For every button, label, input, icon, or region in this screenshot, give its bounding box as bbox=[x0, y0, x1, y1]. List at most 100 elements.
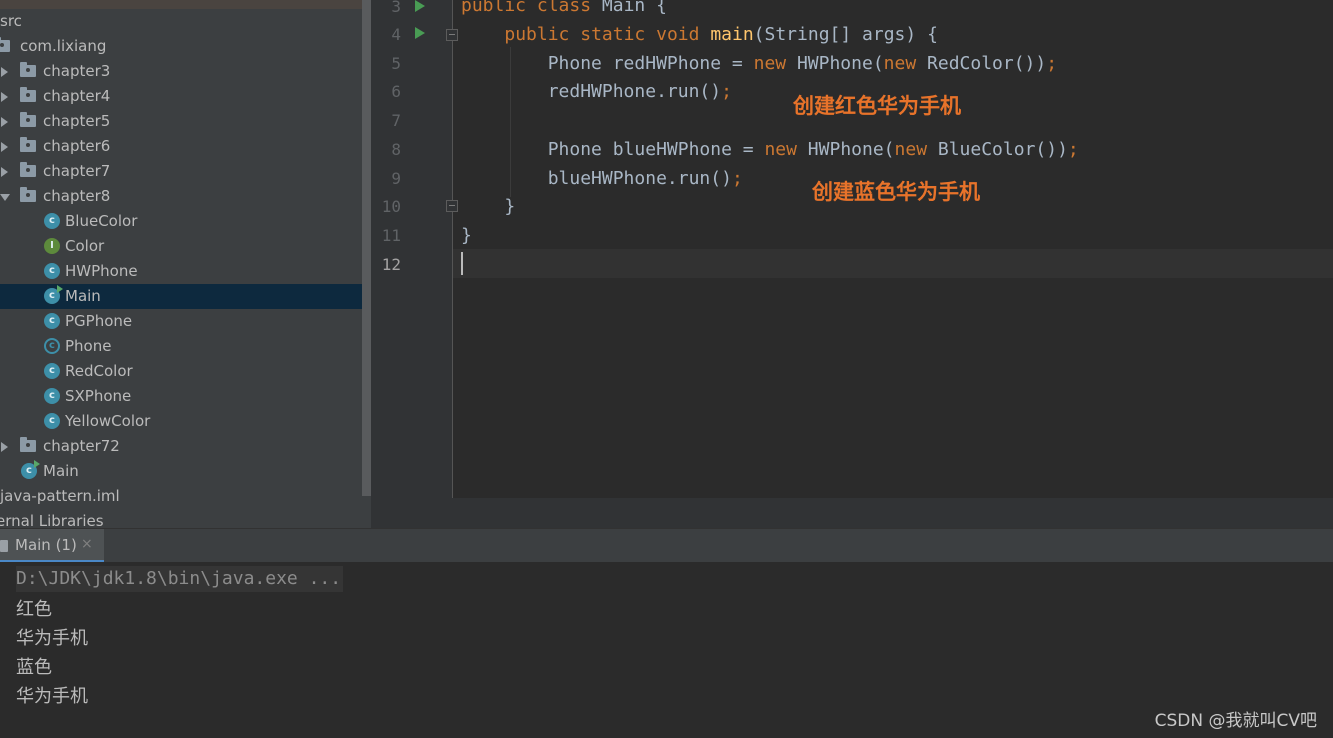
tree-item-label: Phone bbox=[65, 337, 112, 355]
semicolon: ; bbox=[721, 81, 732, 102]
editor-bottom-area bbox=[371, 498, 1333, 528]
line-number: 9 bbox=[391, 169, 401, 188]
expand-arrow-icon[interactable] bbox=[1, 92, 8, 102]
tree-top-row-partial bbox=[0, 0, 362, 9]
tree-item-redcolor[interactable]: c RedColor bbox=[0, 359, 362, 384]
expand-arrow-icon[interactable] bbox=[1, 142, 8, 152]
tree-item-label: YellowColor bbox=[65, 412, 151, 430]
class-icon: c bbox=[44, 213, 60, 229]
tree-item-src[interactable]: src bbox=[0, 9, 362, 34]
keyword: new bbox=[894, 139, 928, 160]
text-caret bbox=[461, 252, 463, 275]
code-line-5: Phone redHWPhone = new HWPhone(new RedCo… bbox=[461, 49, 1057, 78]
semicolon: ; bbox=[731, 168, 743, 189]
keyword: class bbox=[536, 0, 592, 16]
expand-arrow-icon[interactable] bbox=[1, 167, 8, 177]
tree-item-chapter7[interactable]: chapter7 bbox=[0, 159, 362, 184]
tree-item-iml[interactable]: java-pattern.iml bbox=[0, 484, 362, 509]
tree-item-label: BlueColor bbox=[65, 212, 138, 230]
keyword: void bbox=[656, 24, 700, 45]
keyword: public bbox=[504, 24, 570, 45]
class-icon: c bbox=[44, 313, 60, 329]
tree-item-label: Color bbox=[65, 237, 105, 255]
line-number-current: 12 bbox=[381, 255, 401, 274]
tree-item-phone[interactable]: c Phone bbox=[0, 334, 362, 359]
expand-arrow-icon[interactable] bbox=[1, 442, 8, 452]
tree-item-external-libraries[interactable]: ernal Libraries bbox=[0, 509, 362, 528]
console-output-line: 华为手机 bbox=[16, 686, 88, 707]
console-output-line: 红色 bbox=[16, 599, 52, 620]
package-icon bbox=[20, 137, 36, 152]
package-icon bbox=[0, 37, 10, 52]
package-icon bbox=[20, 187, 36, 202]
tree-item-label: chapter72 bbox=[43, 437, 120, 455]
code-text: Main { bbox=[591, 0, 667, 16]
code-text: blueHWPhone.run() bbox=[547, 168, 732, 189]
code-text: Phone redHWPhone = bbox=[547, 53, 754, 74]
code-text: HWPhone( bbox=[796, 139, 895, 160]
tree-item-hwphone[interactable]: c HWPhone bbox=[0, 259, 362, 284]
tree-item-label: PGPhone bbox=[65, 312, 133, 330]
console-command-line[interactable]: D:\JDK\jdk1.8\bin\java.exe ... bbox=[16, 566, 344, 592]
tree-item-label: RedColor bbox=[65, 362, 133, 380]
annotation-red-phone: 创建红色华为手机 bbox=[793, 94, 961, 118]
collapse-arrow-icon[interactable] bbox=[0, 194, 10, 201]
tree-item-label: SXPhone bbox=[65, 387, 132, 405]
tree-item-chapter6[interactable]: chapter6 bbox=[0, 134, 362, 159]
code-line-6: redHWPhone.run(); bbox=[461, 77, 732, 106]
class-icon: c bbox=[44, 413, 60, 429]
tree-item-label: chapter5 bbox=[43, 112, 111, 130]
code-line-10: } bbox=[461, 196, 516, 217]
tree-item-yellowcolor[interactable]: c YellowColor bbox=[0, 409, 362, 434]
tree-item-main[interactable]: c Main bbox=[0, 459, 362, 484]
run-tab-main[interactable]: Main (1) × bbox=[0, 529, 104, 563]
fold-marker-icon[interactable] bbox=[446, 200, 458, 212]
tree-item-label: chapter8 bbox=[43, 187, 111, 205]
tree-item-com-lixiang[interactable]: com.lixiang bbox=[0, 34, 362, 59]
package-icon bbox=[20, 162, 36, 177]
tree-item-label: chapter4 bbox=[43, 87, 111, 105]
expand-arrow-icon[interactable] bbox=[1, 67, 8, 77]
tree-item-label: com.lixiang bbox=[20, 37, 107, 55]
tree-item-chapter8[interactable]: chapter8 bbox=[0, 184, 362, 209]
semicolon: ; bbox=[1067, 139, 1079, 160]
tree-item-label: HWPhone bbox=[65, 262, 138, 280]
tree-item-pgphone[interactable]: c PGPhone bbox=[0, 309, 362, 334]
run-tab-label: Main (1) bbox=[15, 536, 77, 554]
tree-item-sxphone[interactable]: c SXPhone bbox=[0, 384, 362, 409]
runnable-class-icon: c bbox=[44, 285, 63, 304]
line-number: 8 bbox=[391, 140, 401, 159]
tree-item-chapter72[interactable]: chapter72 bbox=[0, 434, 362, 459]
code-line-9: blueHWPhone.run(); bbox=[461, 164, 743, 193]
tree-item-chapter4[interactable]: chapter4 bbox=[0, 84, 362, 109]
watermark: CSDN @我就叫CV吧 bbox=[1154, 711, 1317, 731]
tree-item-label: java-pattern.iml bbox=[0, 487, 120, 505]
tree-item-label: src bbox=[0, 12, 22, 30]
current-line-highlight bbox=[453, 249, 1333, 278]
tree-item-chapter5[interactable]: chapter5 bbox=[0, 109, 362, 134]
run-tool-window-header: Main (1) × bbox=[0, 528, 1333, 563]
code-line-8: Phone blueHWPhone = new HWPhone(new Blue… bbox=[461, 135, 1079, 164]
line-number: 7 bbox=[391, 111, 401, 130]
tree-item-color[interactable]: I Color bbox=[0, 234, 362, 259]
class-icon: c bbox=[44, 263, 60, 279]
package-icon bbox=[20, 437, 36, 452]
run-class-icon[interactable] bbox=[415, 0, 425, 12]
tree-item-main-selected[interactable]: c Main bbox=[0, 284, 362, 309]
annotation-blue-phone: 创建蓝色华为手机 bbox=[812, 180, 980, 204]
code-text: HWPhone( bbox=[786, 53, 884, 74]
run-main-icon[interactable] bbox=[415, 27, 425, 39]
package-icon bbox=[20, 87, 36, 102]
fold-marker-icon[interactable] bbox=[446, 29, 458, 41]
expand-arrow-icon[interactable] bbox=[1, 117, 8, 127]
tree-item-bluecolor[interactable]: c BlueColor bbox=[0, 209, 362, 234]
package-icon bbox=[20, 112, 36, 127]
line-number: 10 bbox=[381, 197, 401, 216]
tree-item-chapter3[interactable]: chapter3 bbox=[0, 59, 362, 84]
tree-scrollbar[interactable] bbox=[362, 0, 371, 496]
close-icon[interactable]: × bbox=[81, 536, 93, 552]
